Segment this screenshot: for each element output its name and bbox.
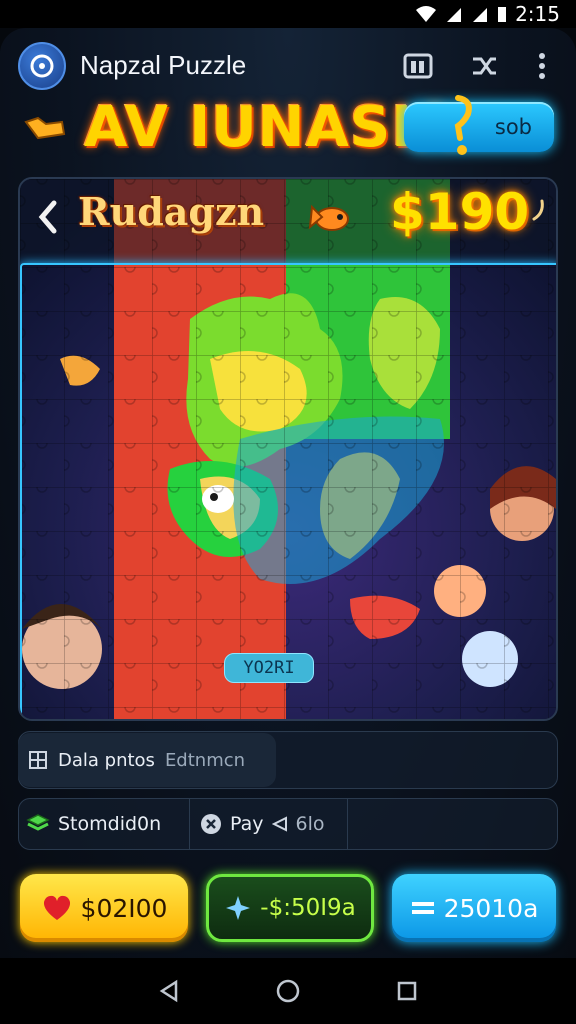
puzzle-header: Rudagzn $190 bbox=[20, 179, 556, 261]
shuffle-button[interactable] bbox=[468, 50, 500, 82]
status-bar: 2:15 bbox=[0, 0, 576, 28]
info-chip[interactable]: Dala pntos Edtnmcn bbox=[18, 733, 276, 787]
more-options-button[interactable] bbox=[526, 50, 558, 82]
heart-icon bbox=[43, 895, 70, 920]
battery-icon bbox=[498, 7, 507, 22]
top-pill-button[interactable]: sob bbox=[404, 102, 554, 152]
equals-icon bbox=[411, 902, 434, 914]
segment-status-label: Stomdid0n bbox=[58, 813, 162, 835]
system-nav-bar bbox=[0, 958, 576, 1024]
status-time: 2:15 bbox=[515, 2, 560, 26]
score-button-label: 25010a bbox=[443, 893, 539, 923]
shuffle-icon bbox=[473, 57, 496, 75]
signal-icon bbox=[447, 8, 462, 22]
recents-square-icon bbox=[397, 981, 416, 1001]
top-pill-label: sob bbox=[494, 115, 532, 139]
cup-sticker-icon bbox=[24, 116, 66, 140]
segment-status[interactable]: Stomdid0n bbox=[18, 798, 190, 850]
corner-curl-icon bbox=[532, 199, 544, 221]
segment-pay-label: Pay bbox=[230, 813, 264, 835]
wifi-icon bbox=[416, 6, 437, 22]
puzzle-name: Rudagzn bbox=[78, 189, 265, 234]
send-icon bbox=[271, 816, 287, 832]
nav-back-button[interactable] bbox=[153, 975, 185, 1007]
board-view-button[interactable] bbox=[402, 50, 434, 82]
app-title: Napzal Puzzle bbox=[80, 50, 247, 80]
home-circle-icon bbox=[276, 979, 300, 1003]
lives-button-label: $02I00 bbox=[80, 893, 168, 923]
sparkle-icon bbox=[226, 896, 251, 920]
segment-pay[interactable]: Pay 6lo bbox=[192, 798, 348, 850]
stack-icon bbox=[26, 814, 50, 831]
grid-icon bbox=[29, 751, 47, 769]
back-triangle-icon bbox=[160, 979, 178, 1003]
puzzle-logo-icon[interactable] bbox=[18, 42, 66, 90]
lives-button[interactable]: $02I00 bbox=[20, 874, 188, 942]
puzzle-panel: Rudagzn $190 YO2RI bbox=[18, 177, 558, 721]
chevron-left-icon[interactable] bbox=[34, 197, 60, 237]
info-chip-label: Dala pntos bbox=[58, 749, 155, 771]
pay-icon bbox=[201, 814, 221, 834]
boost-button[interactable]: -$:50I9a bbox=[206, 874, 374, 942]
more-vertical-icon bbox=[539, 53, 545, 79]
board-tag-label: YO2RI bbox=[243, 658, 295, 678]
boost-button-label: -$:50I9a bbox=[260, 895, 356, 921]
signal-icon-2 bbox=[473, 8, 488, 22]
status-icons: 2:15 bbox=[415, 2, 560, 26]
question-sticker-icon bbox=[454, 95, 472, 155]
board-view-icon bbox=[403, 53, 433, 79]
headline-title: AV IUNASIA bbox=[84, 95, 458, 160]
board-tag[interactable]: YO2RI bbox=[224, 653, 314, 683]
info-chip-value: Edtnmcn bbox=[164, 749, 246, 771]
prize-amount: $190 bbox=[390, 183, 530, 241]
score-button[interactable]: 25010a bbox=[392, 874, 556, 942]
segment-pay-value: 6lo bbox=[295, 813, 325, 835]
fish-icon bbox=[308, 204, 349, 231]
nav-recents-button[interactable] bbox=[391, 975, 423, 1007]
nav-home-button[interactable] bbox=[272, 975, 304, 1007]
